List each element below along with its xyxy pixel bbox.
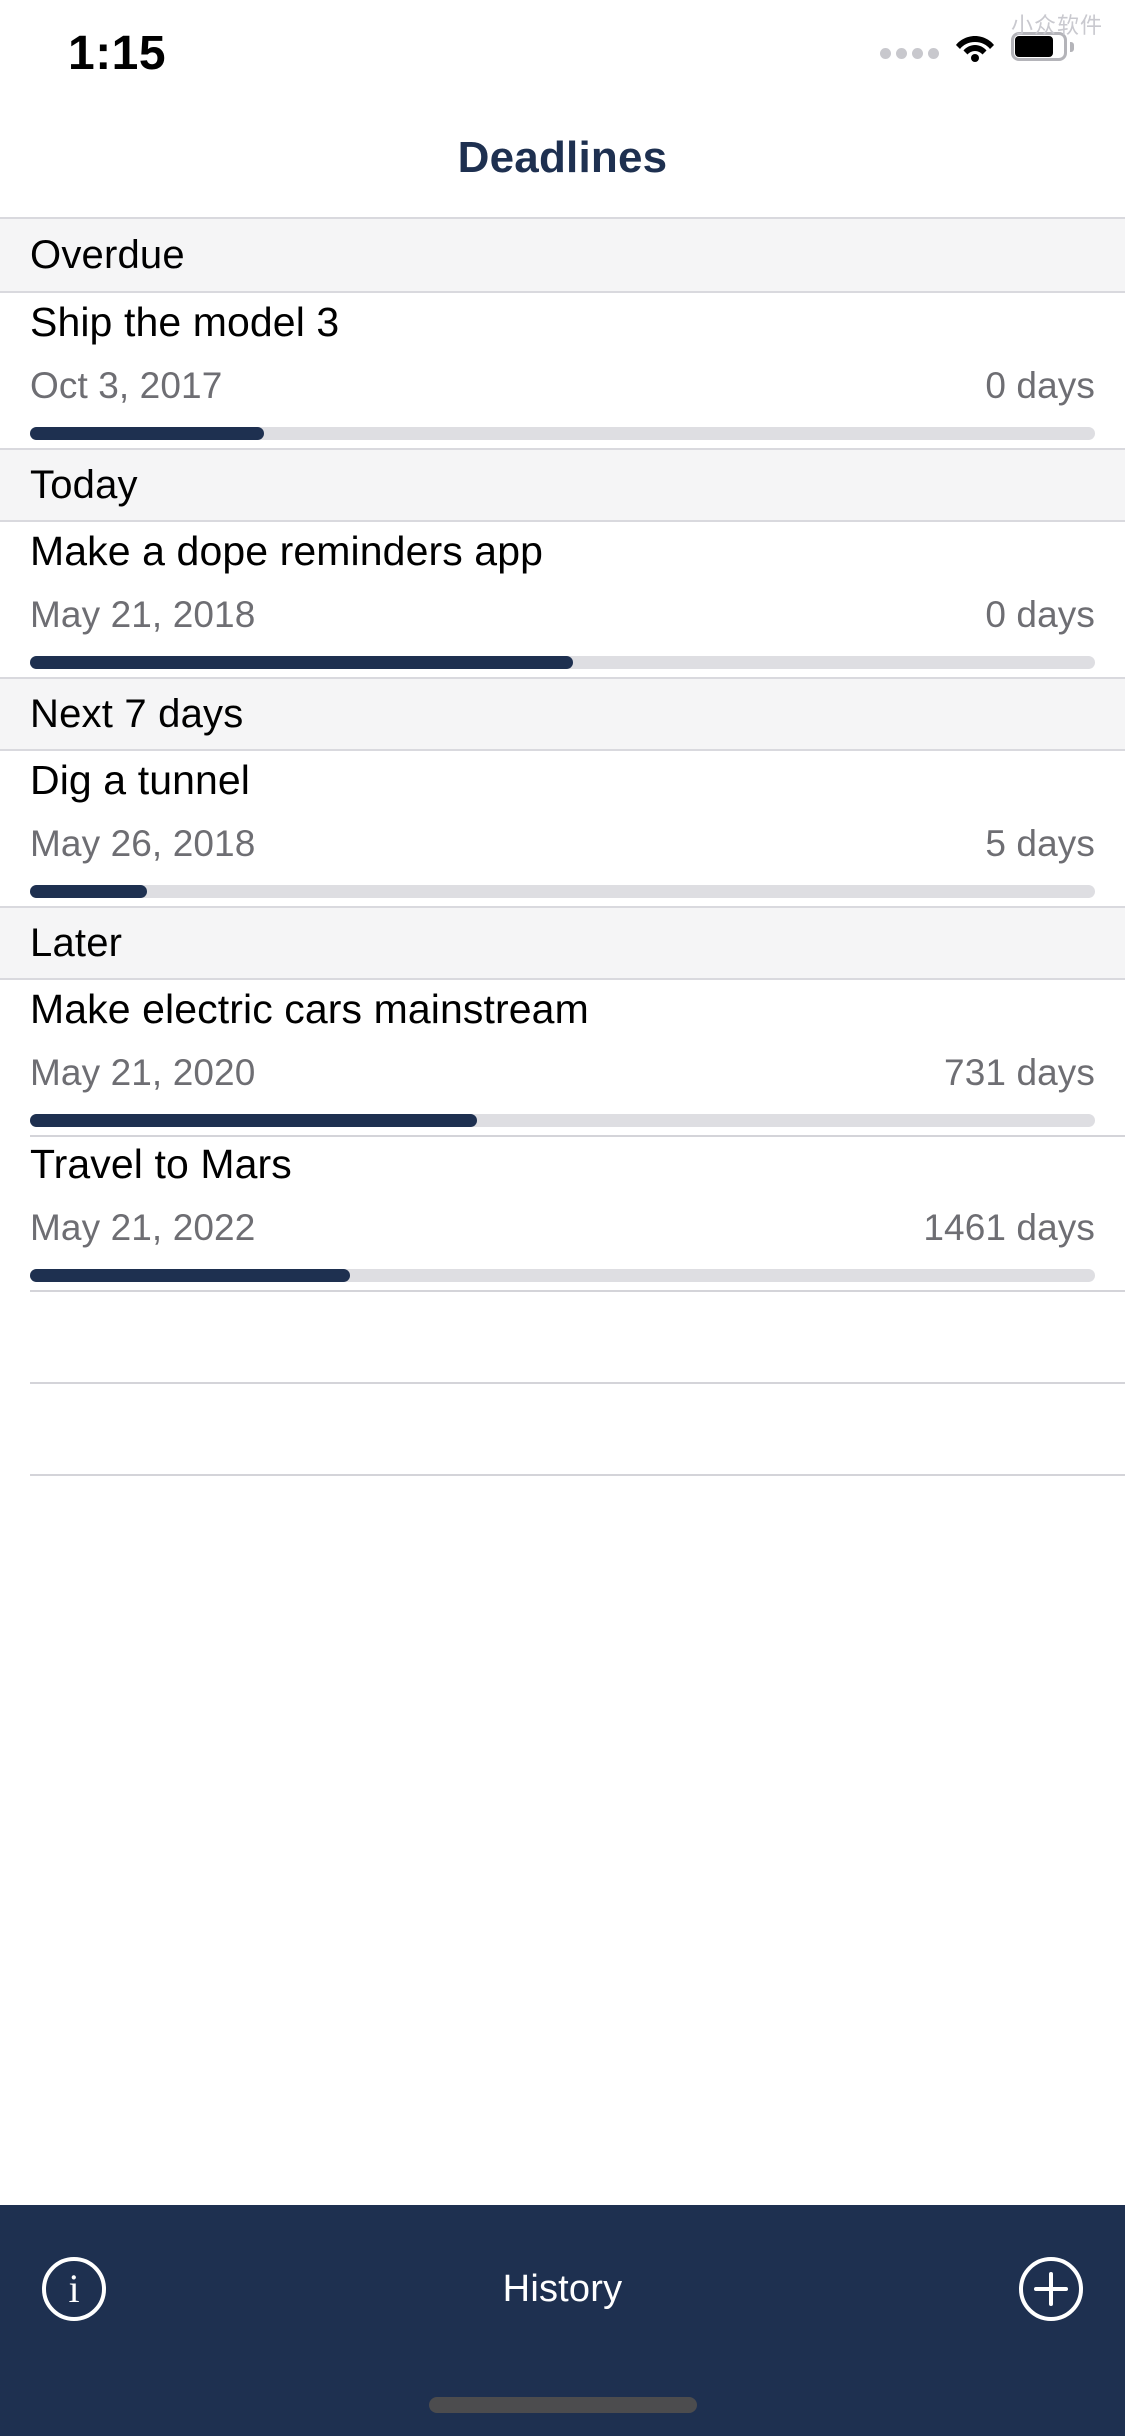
item-meta: May 21, 2020 731 days — [30, 1052, 1095, 1094]
progress-fill — [30, 1268, 350, 1282]
item-date: Oct 3, 2017 — [30, 364, 223, 406]
item-date: May 26, 2018 — [30, 822, 256, 864]
item-title: Make electric cars mainstream — [30, 985, 589, 1032]
info-icon[interactable]: i — [42, 2257, 106, 2321]
progress-track — [30, 884, 1095, 898]
progress-fill — [30, 655, 574, 669]
page-title: Deadlines — [457, 133, 668, 182]
section-title: Overdue — [30, 232, 185, 277]
progress-fill — [30, 884, 148, 898]
cellular-dots-icon — [880, 35, 939, 59]
item-days-remaining: 731 days — [944, 1051, 1095, 1093]
item-days-remaining: 0 days — [985, 364, 1095, 406]
watermark: 小众软件 — [1010, 13, 1103, 38]
list-item[interactable]: Ship the model 3 Oct 3, 2017 0 days — [0, 293, 1125, 448]
progress-fill — [30, 426, 265, 440]
section-header-later: Later — [0, 906, 1125, 980]
empty-list-row — [0, 1290, 1125, 1382]
item-title: Make a dope reminders app — [30, 527, 544, 574]
item-meta: May 26, 2018 5 days — [30, 823, 1095, 865]
item-title: Travel to Mars — [30, 1140, 292, 1187]
history-button[interactable]: History — [503, 2268, 623, 2311]
wifi-icon — [955, 32, 995, 62]
bottom-toolbar: i History — [0, 2205, 1125, 2373]
progress-track — [30, 1113, 1095, 1127]
item-meta: May 21, 2018 0 days — [30, 594, 1095, 636]
empty-list-row — [0, 1474, 1125, 1566]
progress-track — [30, 655, 1095, 669]
item-date: May 21, 2020 — [30, 1051, 256, 1093]
item-days-remaining: 0 days — [985, 593, 1095, 635]
deadlines-list[interactable]: Overdue Ship the model 3 Oct 3, 2017 0 d… — [0, 217, 1125, 2205]
section-header-next-7-days: Next 7 days — [0, 677, 1125, 751]
item-meta: May 21, 2022 1461 days — [30, 1207, 1095, 1249]
item-date: May 21, 2022 — [30, 1206, 256, 1248]
progress-track — [30, 1268, 1095, 1282]
section-header-overdue: Overdue — [0, 219, 1125, 293]
item-date: May 21, 2018 — [30, 593, 256, 635]
navigation-bar: Deadlines — [0, 132, 1125, 217]
item-meta: Oct 3, 2017 0 days — [30, 365, 1095, 407]
app-screen: 小众软件 1:15 Deadlines Overdue Ship the mod… — [0, 0, 1125, 2436]
home-indicator-area — [0, 2373, 1125, 2436]
status-time: 1:15 — [68, 27, 167, 80]
section-title: Today — [30, 462, 138, 507]
progress-fill — [30, 1113, 478, 1127]
status-bar: 1:15 — [0, 0, 1125, 132]
list-item[interactable]: Travel to Mars May 21, 2022 1461 days — [0, 1135, 1125, 1290]
list-item[interactable]: Make electric cars mainstream May 21, 20… — [0, 980, 1125, 1135]
item-title: Ship the model 3 — [30, 298, 340, 345]
info-glyph: i — [68, 2266, 80, 2311]
section-title: Next 7 days — [30, 691, 244, 736]
item-title: Dig a tunnel — [30, 756, 251, 803]
progress-track — [30, 426, 1095, 440]
list-item[interactable]: Dig a tunnel May 26, 2018 5 days — [0, 751, 1125, 906]
empty-list-row — [0, 1382, 1125, 1474]
home-indicator[interactable] — [428, 2396, 697, 2413]
item-days-remaining: 5 days — [985, 822, 1095, 864]
section-header-today: Today — [0, 448, 1125, 522]
item-days-remaining: 1461 days — [923, 1206, 1095, 1248]
list-item[interactable]: Make a dope reminders app May 21, 2018 0… — [0, 522, 1125, 677]
section-title: Later — [30, 920, 123, 965]
plus-circle-icon[interactable] — [1018, 2257, 1083, 2321]
